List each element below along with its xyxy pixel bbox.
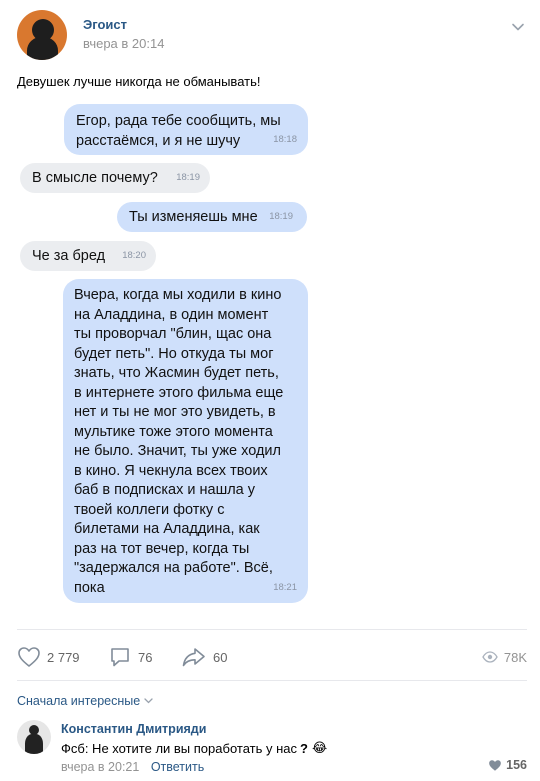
comments-sort-dropdown[interactable]: Сначала интересные [17, 694, 153, 708]
comment-icon [111, 648, 129, 667]
message-time: 18:19 [269, 210, 293, 222]
post-text: Девушек лучше никогда не обманывать! [17, 74, 261, 89]
post-actions: 2 779 76 60 78K [17, 642, 527, 672]
views-counter: 78K [482, 642, 527, 672]
comment-time[interactable]: вчера в 20:21 [61, 760, 139, 774]
message-line: пока [74, 579, 105, 596]
message-line: "задержался на работе". Всё, [74, 560, 273, 576]
comment-count: 76 [138, 649, 153, 665]
laughing-emoji-icon: 😂 [311, 740, 328, 755]
divider [17, 680, 527, 681]
like-button[interactable]: 2 779 [17, 642, 80, 672]
heart-icon [489, 759, 501, 771]
share-count: 60 [213, 649, 228, 665]
message-line: на Аладдина, в один момент [74, 306, 269, 323]
message-line: мультике тоже этого момента [74, 423, 273, 440]
like-count: 2 779 [47, 649, 80, 665]
reply-button[interactable]: Ответить [151, 760, 204, 774]
message-line: баб в подписках и нашла у [74, 482, 256, 498]
post-time[interactable]: вчера в 20:14 [83, 36, 164, 51]
message-line: расстаёмся, и я не шучу [76, 132, 241, 149]
message-time: 18:19 [176, 171, 200, 183]
message-bubble-outgoing: Вчера, когда мы ходили в кино на Аладдин… [63, 279, 308, 603]
message-line: знать, что Жасмин будет петь, [74, 365, 279, 381]
heart-icon [18, 647, 40, 667]
message-time: 18:21 [273, 581, 297, 593]
commenter-avatar[interactable] [17, 720, 51, 754]
comment-body: Фсб: Не хотите ли вы поработать у нас [61, 740, 297, 756]
share-icon [182, 648, 205, 667]
comment-like-button[interactable]: 156 [488, 758, 527, 772]
chevron-down-icon [144, 698, 153, 704]
message-line: в кино. Я чекнула всех твоих [74, 462, 268, 479]
message-line: будет петь". Но откуда ты мог [74, 345, 274, 362]
message-bubble-outgoing: Ты изменяешь мне 18:19 [117, 202, 307, 232]
message-line: нет и ты не мог это увидеть, в [74, 404, 276, 420]
message-line: твоей коллеги фотку с [74, 501, 225, 518]
message-line: В смысле почему? [32, 170, 158, 186]
divider [17, 629, 527, 630]
message-line: раз на тот вечер, когда ты [74, 540, 250, 557]
message-line: Егор, рада тебе сообщить, мы [76, 113, 281, 129]
chevron-down-icon[interactable] [511, 20, 525, 34]
message-bubble-incoming: Че за бред 18:20 [20, 241, 156, 271]
comment-item: Константин Дмитрияди Фсб: Не хотите ли в… [17, 720, 527, 780]
message-bubble-outgoing: Егор, рада тебе сообщить, мы расстаёмся,… [64, 104, 308, 155]
message-bubble-incoming: В смысле почему? 18:19 [20, 163, 210, 193]
post-header: Эгоист вчера в 20:14 [17, 10, 527, 60]
comment-meta: вчера в 20:21 Ответить [61, 760, 204, 774]
message-time: 18:18 [273, 133, 297, 145]
view-count: 78K [503, 649, 527, 665]
question-mark: ? [300, 740, 308, 756]
share-button[interactable]: 60 [181, 642, 227, 672]
author-avatar[interactable] [17, 10, 67, 60]
message-line: в интернете этого фильма еще [74, 384, 284, 401]
comments-sort-label: Сначала интересные [17, 694, 141, 708]
comment-like-count: 156 [506, 758, 527, 772]
message-line: Вчера, когда мы ходили в кино [74, 287, 282, 303]
post-author[interactable]: Эгоист [83, 17, 127, 32]
message-line: не было. Значит, ты уже ходил [74, 443, 281, 459]
eye-icon [482, 651, 498, 663]
comment-button[interactable]: 76 [108, 642, 152, 672]
comment-text: Фсб: Не хотите ли вы поработать у нас ? … [61, 740, 327, 756]
message-line: билетами на Аладдина, как [74, 521, 260, 537]
message-time: 18:20 [122, 249, 146, 261]
message-line: ты проворчал "блин, щас она [74, 326, 272, 342]
comment-author[interactable]: Константин Дмитрияди [61, 722, 206, 736]
